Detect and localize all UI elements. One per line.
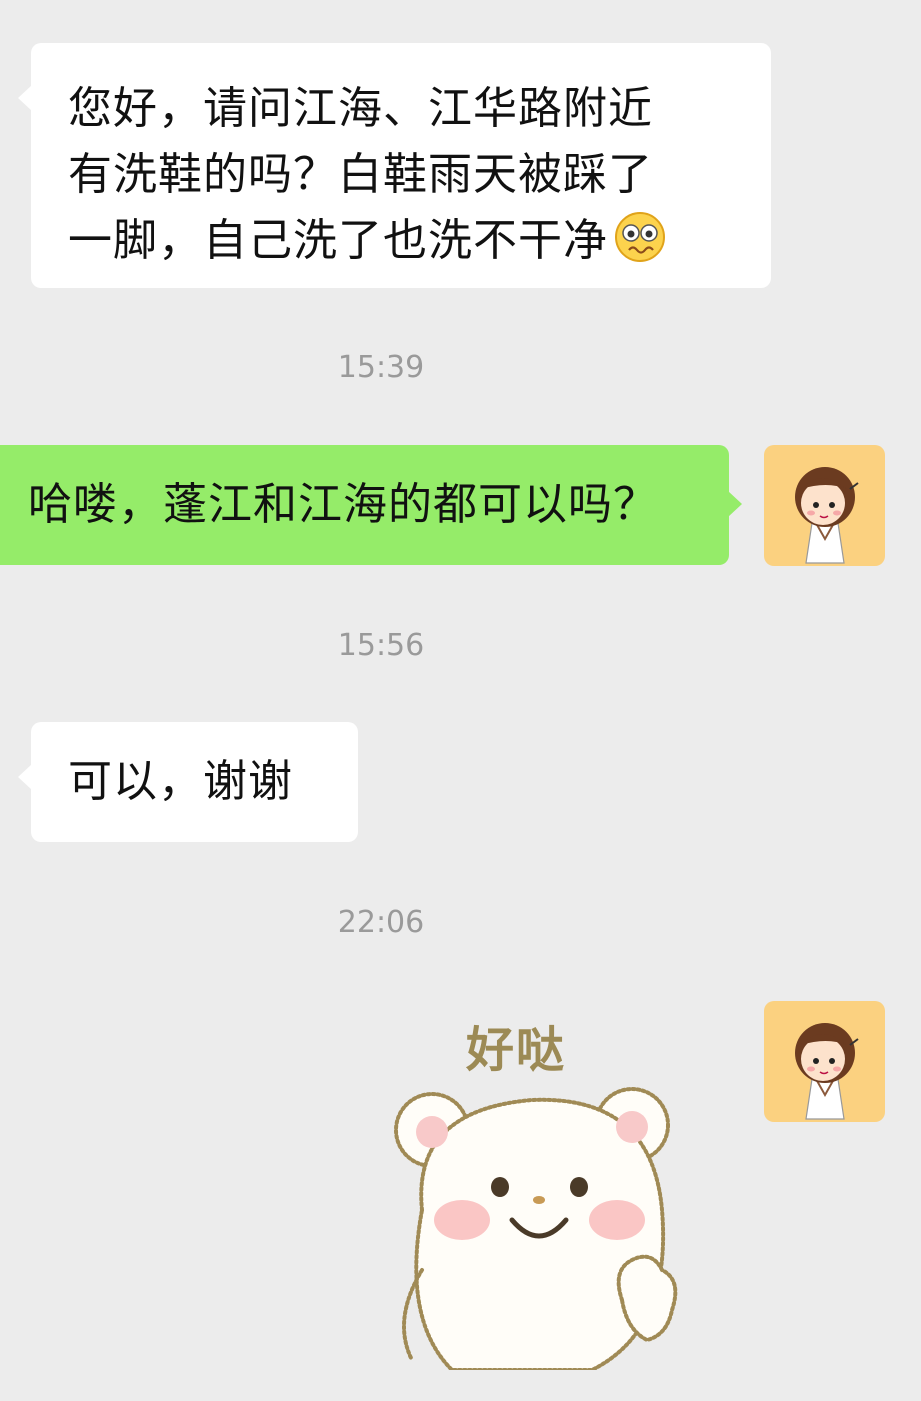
incoming-message-bubble[interactable]: 可以，谢谢 [18,722,358,842]
timestamp: 15:39 [337,350,425,385]
message-text: 可以，谢谢 [68,756,293,807]
avatar-character-icon [795,467,859,564]
timestamp: 22:06 [337,905,425,940]
bear-icon [394,1087,678,1370]
user-avatar[interactable] [764,1001,885,1122]
message-line: 您好，请问江海、江华路附近 [68,83,653,134]
message-line: 一脚，自己洗了也洗不干净 [68,208,735,282]
user-avatar[interactable] [764,445,885,566]
bear-ok-sticker[interactable]: 好哒 [392,1010,702,1370]
worried-face-icon [614,211,666,282]
message-line: 有洗鞋的吗？白鞋雨天被踩了 [68,149,653,200]
outgoing-message-bubble[interactable]: 哈喽，蓬江和江海的都可以吗？ [0,445,742,565]
avatar-character-icon [795,1023,859,1120]
timestamp: 15:56 [337,628,425,663]
message-text: 哈喽，蓬江和江海的都可以吗？ [28,479,658,530]
incoming-message-bubble[interactable]: 您好，请问江海、江华路附近 有洗鞋的吗？白鞋雨天被踩了 一脚，自己洗了也洗不干净 [18,43,771,288]
